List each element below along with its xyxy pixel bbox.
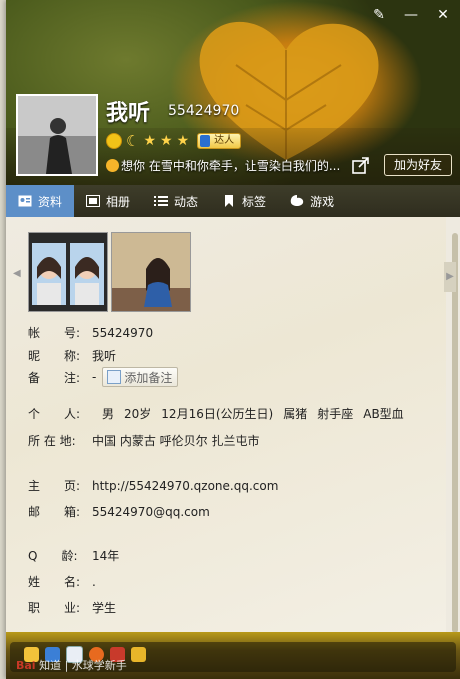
field-value: 14年	[92, 549, 120, 563]
age-value: 20岁	[124, 407, 152, 421]
profile-window: ✎ — ✕ 我听 55424970 ☾ ★ ★ ★ 达人 想你 在雪中和你牵手，…	[6, 0, 460, 679]
zodiac-value: 属猪	[283, 407, 308, 421]
tab-tags[interactable]: 标签	[210, 185, 278, 217]
info-location: 所 在 地: 中国 内蒙古 呼伦贝尔 扎兰屯市	[28, 432, 259, 449]
add-remark-label: 添加备注	[124, 370, 173, 385]
close-icon[interactable]: ✕	[434, 6, 452, 24]
watermark: Bai 知道 | 水球学新手	[16, 657, 127, 673]
info-homepage: 主 页: http://55424970.qzone.qq.com	[28, 477, 278, 494]
field-label: Q 龄:	[28, 549, 78, 563]
profile-banner: ✎ — ✕ 我听 55424970 ☾ ★ ★ ★ 达人 想你 在雪中和你牵手，…	[6, 0, 460, 185]
photo-thumbnail[interactable]	[28, 232, 108, 312]
field-value: .	[92, 574, 96, 589]
album-icon	[86, 195, 101, 207]
email-link[interactable]: 55424970@qq.com	[92, 505, 210, 519]
field-value: 中国 内蒙古 呼伦贝尔 扎兰屯市	[92, 434, 260, 448]
add-remark-button[interactable]: 添加备注	[102, 367, 179, 387]
tab-games[interactable]: 游戏	[278, 185, 346, 217]
photo-prev-icon[interactable]: ◀	[13, 268, 21, 279]
tab-label: 标签	[242, 194, 267, 209]
info-account: 帐 号: 55424970	[28, 324, 153, 341]
star-level-icon: ★	[176, 133, 190, 149]
signature[interactable]: 想你 在雪中和你牵手，让雪染白我们的...	[106, 157, 346, 174]
profile-tabs: 资料 相册 动态 标签 游戏	[6, 185, 460, 223]
sun-level-icon	[106, 133, 122, 149]
avatar-image	[18, 96, 96, 174]
photo-image	[32, 243, 104, 305]
info-nickname: 昵 称: 我听	[28, 347, 116, 364]
note-icon	[107, 370, 122, 384]
tab-label: 游戏	[310, 194, 335, 209]
scrollbar[interactable]	[452, 233, 458, 633]
minimize-icon[interactable]: —	[402, 6, 420, 24]
field-label: 姓 名:	[28, 575, 81, 589]
field-value: -	[92, 370, 97, 384]
field-value: 学生	[92, 601, 117, 615]
star-level-icon: ★	[143, 133, 157, 149]
tab-label: 动态	[174, 194, 199, 209]
info-email: 邮 箱: 55424970@qq.com	[28, 503, 210, 520]
gift-tool-icon[interactable]	[131, 647, 146, 662]
qq-number: 55424970	[168, 103, 240, 119]
field-label: 职 业:	[28, 601, 81, 615]
avatar[interactable]	[16, 94, 98, 176]
signature-text: 想你 在雪中和你牵手，让雪染白我们的...	[121, 159, 341, 173]
info-realname: 姓 名: .	[28, 573, 96, 590]
homepage-link[interactable]: http://55424970.qzone.qq.com	[92, 479, 278, 493]
tab-feed[interactable]: 动态	[142, 185, 210, 217]
share-icon[interactable]	[351, 155, 371, 175]
daren-badge[interactable]: 达人	[197, 133, 242, 149]
info-personal: 个 人: 男 20岁 12月16日(公历生日) 属猪 射手座 AB型血	[28, 405, 404, 422]
game-icon	[290, 195, 304, 206]
tab-label: 相册	[106, 194, 131, 209]
feed-icon	[154, 196, 169, 206]
add-friend-button[interactable]: 加为好友	[384, 154, 452, 176]
tab-album[interactable]: 相册	[74, 185, 142, 217]
window-controls: ✎ — ✕	[370, 6, 452, 24]
field-label: 昵 称:	[28, 349, 81, 363]
field-label: 个 人:	[28, 407, 81, 421]
info-job: 职 业: 学生	[28, 599, 116, 616]
blood-type-value: AB型血	[363, 407, 404, 421]
tab-label: 资料	[38, 194, 63, 209]
field-label: 主 页:	[28, 479, 81, 493]
field-value: 55424970	[92, 325, 154, 340]
smiley-icon	[106, 159, 119, 172]
photo-image	[112, 233, 190, 311]
field-label: 备 注:	[28, 370, 81, 385]
qq-level[interactable]: ☾ ★ ★ ★ 达人	[106, 131, 242, 150]
field-label: 所 在 地:	[28, 434, 76, 448]
tag-icon	[225, 195, 234, 207]
gender-value: 男	[102, 407, 115, 421]
star-level-icon: ★	[160, 133, 173, 149]
photo-strip	[28, 232, 191, 312]
field-label: 邮 箱:	[28, 505, 81, 519]
profile-card-icon	[18, 195, 32, 207]
watermark-text: 知道 | 水球学新手	[39, 659, 127, 672]
photo-thumbnail[interactable]	[111, 232, 191, 312]
watermark-brand: Bai	[16, 659, 36, 672]
nickname: 我听	[106, 101, 151, 126]
field-value: 我听	[92, 349, 117, 363]
skin-icon[interactable]: ✎	[370, 6, 388, 24]
field-label: 帐 号:	[28, 326, 81, 340]
info-qage: Q 龄: 14年	[28, 547, 119, 564]
photo-next-icon[interactable]: ▶	[444, 262, 456, 292]
constellation-value: 射手座	[317, 407, 354, 421]
tab-profile[interactable]: 资料	[6, 185, 75, 223]
birthday-value: 12月16日(公历生日)	[161, 407, 274, 421]
info-remark: 备 注: - 添加备注	[28, 367, 179, 387]
moon-level-icon: ☾	[126, 131, 140, 150]
